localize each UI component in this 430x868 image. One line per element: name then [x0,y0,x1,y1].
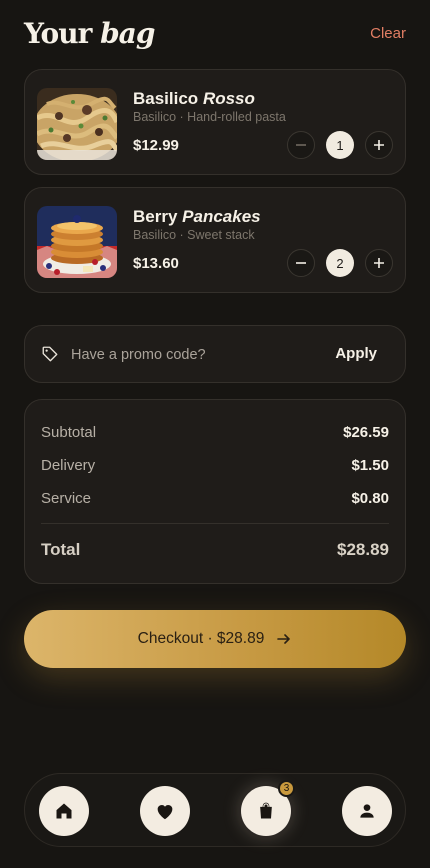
minus-icon [296,144,306,146]
page-title-italic: bag [100,16,155,50]
checkout-button[interactable]: Checkout · $28.89 [24,610,406,668]
increase-quantity-button[interactable] [365,249,393,277]
bottom-nav: 3 [24,773,406,847]
decrease-quantity-button[interactable] [287,249,315,277]
nav-home-button[interactable] [39,786,89,836]
item-name-plain: Berry [133,207,178,226]
promo-code-card: Apply [24,325,406,383]
minus-icon [296,262,306,264]
shopping-bag-icon [260,802,272,819]
subtotal-label: Subtotal [41,424,97,441]
apply-promo-button[interactable]: Apply [335,345,377,362]
service-label: Service [41,490,92,507]
quantity-value: 2 [326,249,354,277]
arrow-right-icon [277,634,291,644]
subtotal-value: $26.59 [343,424,389,441]
nav-profile-button[interactable] [342,786,392,836]
page-title-plain: Your [24,16,92,50]
nav-favorites-button[interactable] [140,786,190,836]
quantity-stepper: 1 [287,131,393,159]
delivery-label: Delivery [41,457,96,474]
cart-item: Basilico Rosso Basilico · Hand-rolled pa… [24,69,406,175]
nav-bag-button[interactable]: 3 [241,780,295,836]
page-title: Your bag [24,16,155,50]
quantity-value: 1 [326,131,354,159]
user-icon [360,804,374,818]
item-price: $12.99 [133,137,179,154]
delivery-row: Delivery $1.50 [41,457,389,474]
item-name-italic: Rosso [202,89,255,108]
clear-button[interactable]: Clear [370,25,406,42]
home-icon [56,803,72,819]
total-label: Total [41,540,81,559]
cart-count-badge: 3 [278,780,295,797]
checkout-label: Checkout · $28.89 [137,630,265,647]
item-subtitle: Basilico · Hand-rolled pasta [133,110,286,124]
pasta-photo [37,88,117,160]
delivery-value: $1.50 [351,457,389,474]
item-price: $13.60 [133,255,179,272]
cart-item: Berry Pancakes Basilico · Sweet stack $1… [24,187,406,293]
plus-icon [374,140,384,150]
service-value: $0.80 [351,490,389,507]
pancakes-photo [37,206,117,278]
decrease-quantity-button[interactable] [287,131,315,159]
header: Your bag Clear [24,12,406,54]
item-subtitle: Basilico · Sweet stack [133,228,255,242]
divider [41,523,389,524]
order-summary: Subtotal $26.59 Delivery $1.50 Service $… [24,399,406,584]
plus-icon [374,258,384,268]
heart-icon [157,805,173,820]
total-value: $28.89 [337,540,389,559]
total-row: Total $28.89 [41,540,389,560]
item-name: Berry Pancakes [133,207,261,227]
tag-icon [42,346,58,362]
service-row: Service $0.80 [41,490,389,507]
quantity-stepper: 2 [287,249,393,277]
item-name-italic: Pancakes [182,207,261,226]
increase-quantity-button[interactable] [365,131,393,159]
promo-code-input[interactable] [71,342,311,368]
item-name: Basilico Rosso [133,89,255,109]
subtotal-row: Subtotal $26.59 [41,424,389,441]
item-name-plain: Basilico [133,89,199,108]
